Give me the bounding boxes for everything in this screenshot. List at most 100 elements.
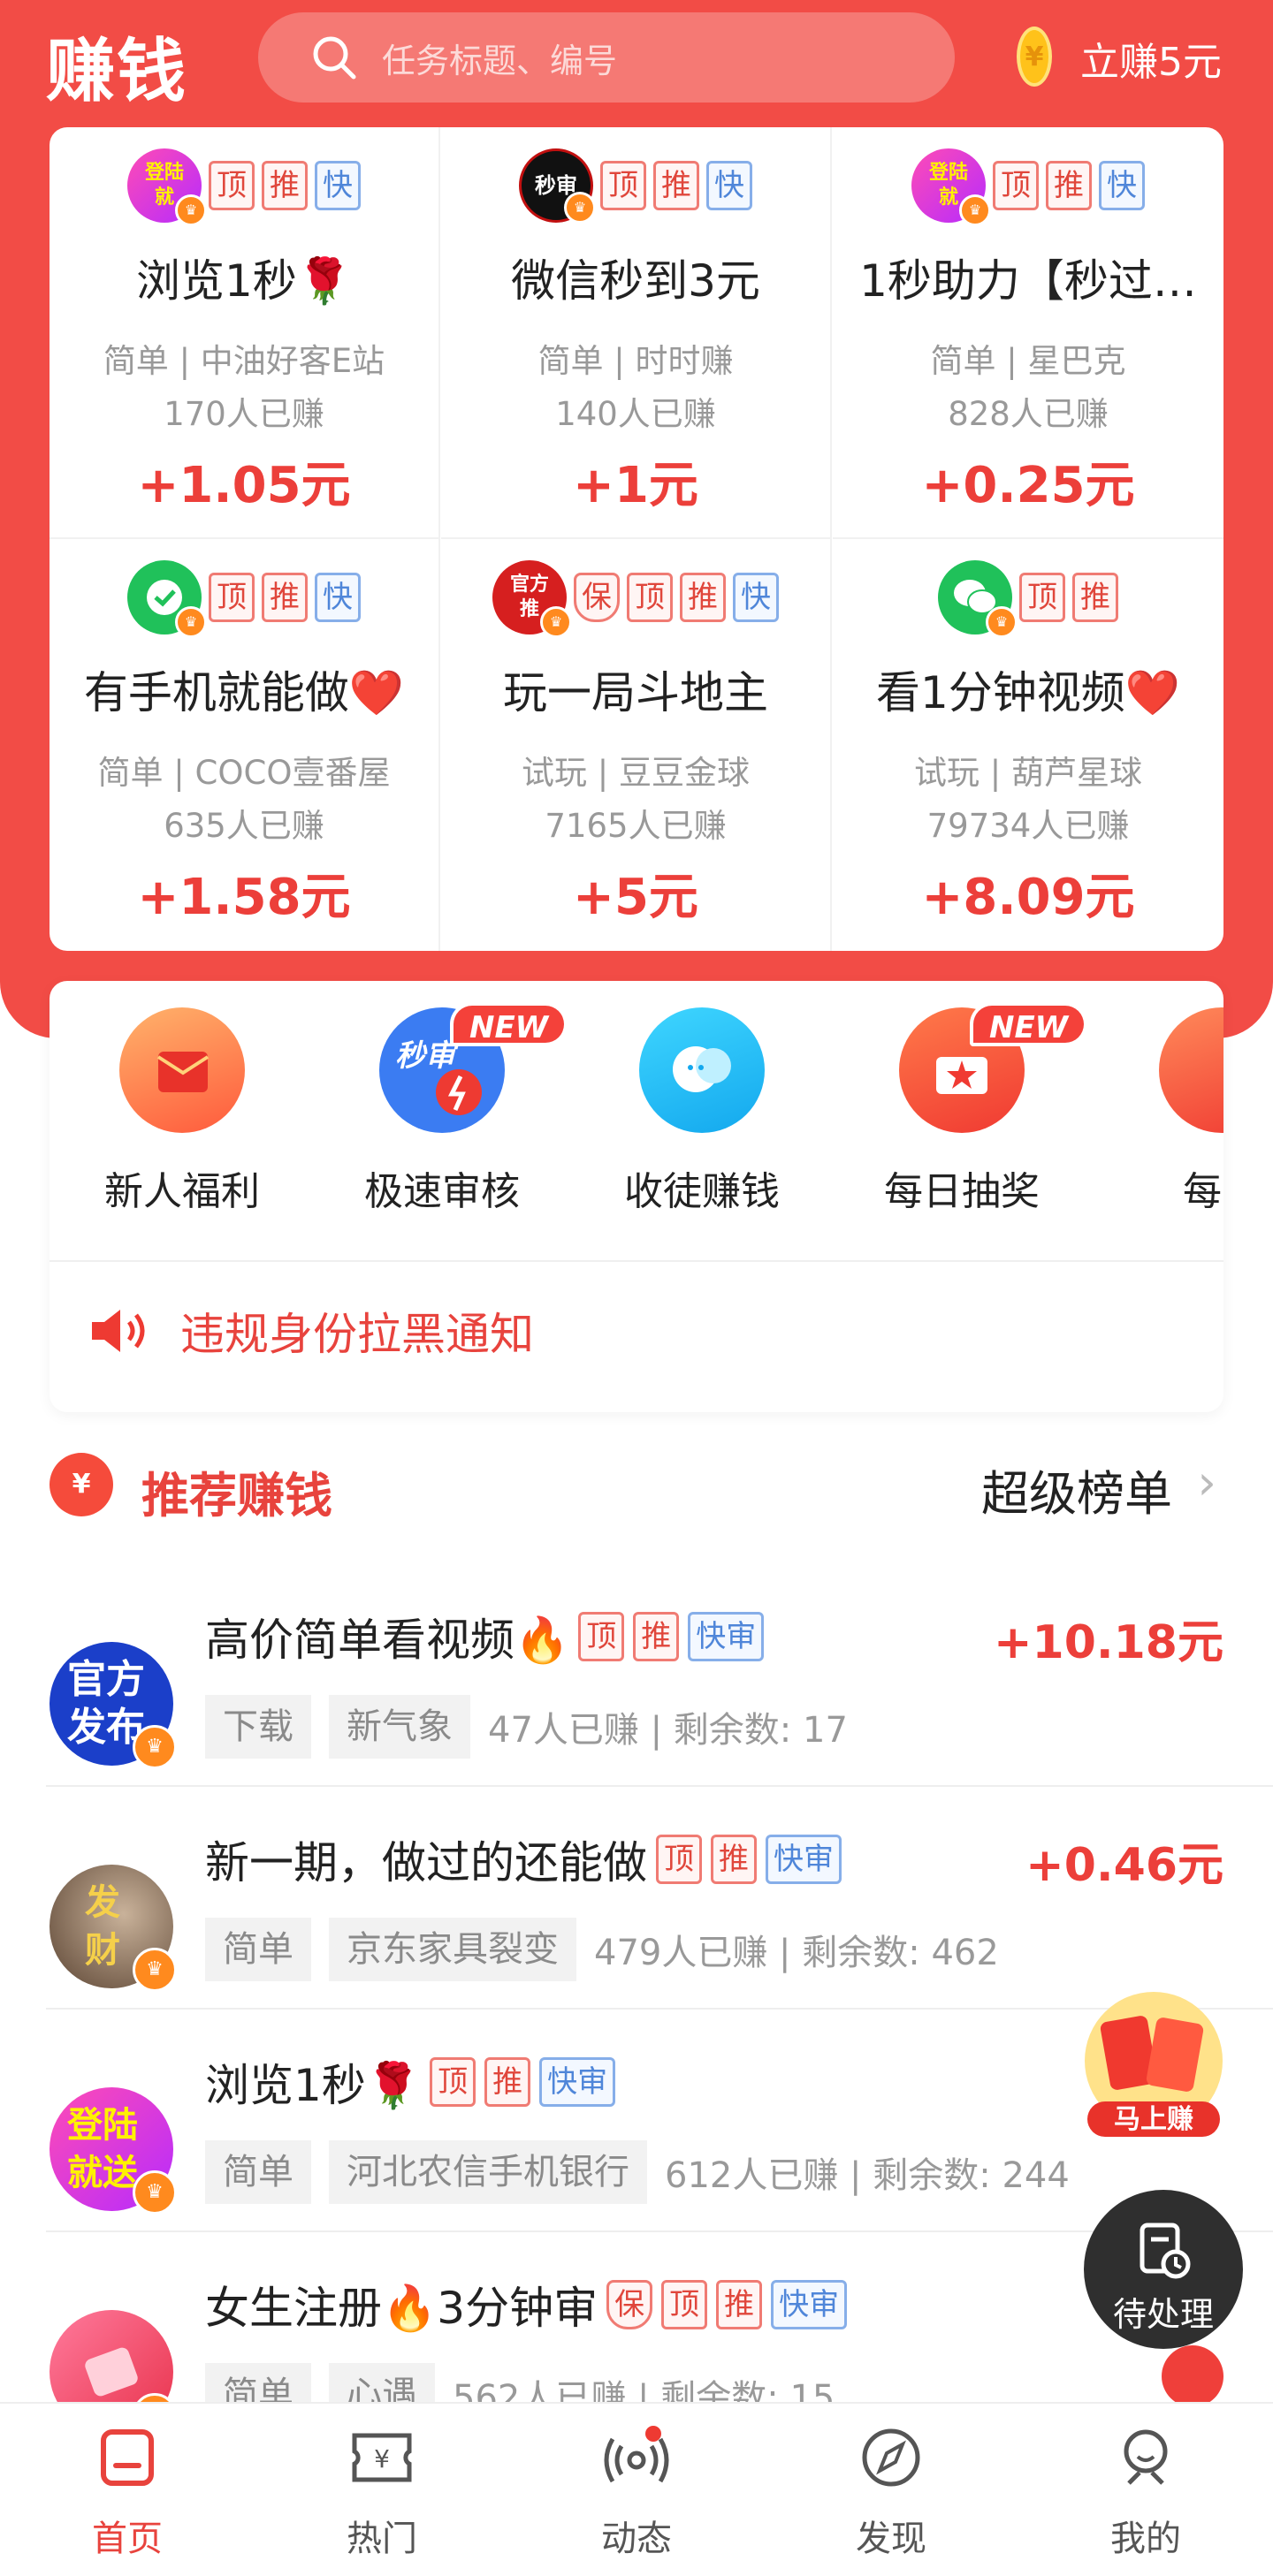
bottom-tab-bar: 首页 ¥ 热门 动态 发现 我的 [0, 2402, 1273, 2576]
search-bar[interactable]: 任务标题、编号 [258, 12, 955, 103]
tag-top: 顶 [209, 573, 255, 622]
task-earned-count: 170人已赚 [164, 395, 324, 433]
task-row[interactable]: 发财 ♛ 新一期，做过的还能做 顶 推 快审 +0.46元 简单 京东家具裂变 4… [0, 1787, 1273, 2010]
tag-fast: 快 [315, 161, 361, 210]
task-price: +0.46元 [1025, 1839, 1223, 1892]
task-avatar: 发财 ♛ [50, 1865, 177, 1992]
tab-home[interactable]: 首页 [0, 2421, 255, 2561]
task-stats: 479人已赚 | 剩余数: 462 [594, 1933, 999, 1973]
task-title: 高价简单看视频🔥 [205, 1615, 570, 1666]
task-title: 玩一局斗地主 [503, 667, 768, 718]
fast-review-icon: 秒审 NEW [379, 1002, 568, 1133]
tag-recommend: 推 [653, 161, 699, 210]
task-type-chip: 简单 [205, 1918, 311, 1981]
app-screen: 赚钱 任务标题、编号 立赚5元 登陆就♛ 顶 推 快 浏览1秒🌹 简单 | 中油… [0, 0, 1273, 2576]
tag-recommend: 推 [680, 573, 726, 622]
ticket-icon: ¥ [352, 2433, 412, 2482]
shortcut-label: 新人福利 [104, 1169, 260, 1214]
task-price: +1元 [573, 457, 698, 514]
task-avatar: 官方发布 ♛ [50, 1642, 177, 1769]
pending-floating-button[interactable]: 待处理 [1084, 2190, 1243, 2349]
tag-fast-review: 快审 [766, 1835, 842, 1884]
lottery-box-icon: NEW [899, 1002, 1088, 1133]
task-title: 浏览1秒🌹 [135, 255, 353, 307]
coin-icon [1017, 27, 1052, 87]
app-logo: 赚钱 [46, 31, 188, 111]
task-title: 浏览1秒🌹 [205, 2060, 422, 2111]
task-earned-count: 7165人已赚 [545, 807, 727, 845]
task-merchant-chip: 京东家具裂变 [329, 1918, 576, 1981]
chat-faces-icon [639, 1007, 765, 1133]
task-title: 新一期，做过的还能做 [205, 1837, 647, 1888]
task-price: +0.25元 [921, 457, 1135, 514]
tab-feed[interactable]: 动态 [509, 2421, 764, 2561]
task-avatar: ♛ [127, 560, 207, 638]
task-card[interactable]: 登陆就 ♛ 顶 推 快 1秒助力【秒过… 简单 | 星巴克 828人已赚 +0.2… [833, 127, 1223, 539]
shortcut-daily[interactable]: 每日 [1089, 1007, 1223, 1216]
shortcut-recruit-earn[interactable]: 收徒赚钱 [569, 1007, 835, 1216]
notice-bar[interactable]: 违规身份拉黑通知 [88, 1299, 534, 1363]
task-type-chip: 简单 [205, 2140, 311, 2204]
task-type-chip: 下载 [205, 1695, 311, 1759]
task-title: 看1分钟视频❤️ [875, 667, 1181, 718]
task-subtitle: 简单 | 星巴克 [930, 342, 1126, 380]
tag-recommend: 推 [484, 2057, 531, 2107]
shortcut-label: 每日 [1183, 1169, 1223, 1214]
task-stats: 47人已赚 | 剩余数: 17 [488, 1710, 848, 1751]
task-avatar: 登陆就送 ♛ [50, 2087, 177, 2215]
tag-top: 顶 [1019, 573, 1065, 622]
crown-icon: ♛ [133, 2170, 177, 2215]
tab-hot[interactable]: ¥ 热门 [255, 2421, 509, 2561]
shortcut-newcomer-welfare[interactable]: 新人福利 [50, 1007, 315, 1216]
super-ranking-link[interactable]: 超级榜单 [981, 1455, 1172, 1524]
clipboard-clock-icon [1140, 2223, 1191, 2279]
quick-earn-floating-button[interactable]: 马上赚 [1071, 1985, 1236, 2149]
tag-recommend: 推 [716, 2280, 763, 2329]
tag-guarantee: 保 [574, 573, 620, 622]
task-avatar: 登陆就 ♛ [127, 148, 207, 226]
tag-recommend: 推 [262, 161, 308, 210]
shortcut-label: 每日抽奖 [884, 1169, 1040, 1214]
shortcut-menu: 新人福利 秒审 NEW 极速审核 收徒赚钱 NEW 每日抽奖 每日 [50, 981, 1223, 1412]
shortcut-daily-lottery[interactable]: NEW 每日抽奖 [829, 1002, 1094, 1216]
task-subtitle: 试玩 | 豆豆金球 [522, 754, 750, 792]
tab-discover[interactable]: 发现 [764, 2421, 1018, 2561]
task-earned-count: 140人已赚 [555, 395, 716, 433]
task-card[interactable]: 秒审 ♛ 顶 推 快 微信秒到3元 简单 | 时时赚 140人已赚 +1元 [441, 127, 832, 539]
task-card[interactable]: ♛ 顶 推 看1分钟视频❤️ 试玩 | 葫芦星球 79734人已赚 +8.09元 [833, 539, 1223, 951]
shortcut-fast-review[interactable]: 秒审 NEW 极速审核 [309, 1002, 575, 1216]
tag-shape-icon [85, 2347, 138, 2397]
chevron-right-icon: › [1197, 1455, 1216, 1510]
task-earned-count: 828人已赚 [948, 395, 1109, 433]
featured-task-grid: 登陆就 ♛ 顶 推 快 浏览1秒🌹 简单 | 中油好客E站 170人已赚 +1.0… [50, 127, 1223, 951]
tag-fast-review: 快审 [688, 1612, 765, 1661]
earn-5-link[interactable]: 立赚5元 [1080, 30, 1222, 87]
task-card[interactable]: ♛ 顶 推 快 有手机就能做❤️ 简单 | COCO壹番屋 635人已赚 +1.… [50, 539, 440, 951]
tag-recommend: 推 [1046, 161, 1092, 210]
task-avatar: ♛ [938, 560, 1018, 638]
task-row[interactable]: 官方发布 ♛ 高价简单看视频🔥 顶 推 快审 +10.18元 下载 新气象 47人… [0, 1564, 1273, 1787]
person-icon [1124, 2429, 1168, 2485]
tag-top: 顶 [627, 573, 673, 622]
task-title: 1秒助力【秒过… [859, 255, 1197, 307]
tag-fast: 快 [706, 161, 752, 210]
task-avatar: 秒审 ♛ [519, 148, 596, 224]
crown-icon: ♛ [564, 192, 596, 224]
crown-icon: ♛ [986, 606, 1018, 638]
tag-recommend: 推 [262, 573, 308, 622]
money-bag-icon: ¥ [50, 1453, 113, 1516]
tab-label: 我的 [1110, 2519, 1181, 2559]
crown-icon: ♛ [133, 1725, 177, 1769]
tab-label: 首页 [92, 2519, 163, 2559]
speaker-icon [92, 1310, 145, 1352]
task-card[interactable]: 登陆就 ♛ 顶 推 快 浏览1秒🌹 简单 | 中油好客E站 170人已赚 +1.0… [50, 127, 440, 539]
compass-icon [862, 2428, 920, 2487]
task-price: +1.58元 [137, 869, 351, 926]
shortcut-label: 极速审核 [364, 1169, 520, 1214]
mini-red-packet-icon[interactable] [1162, 2345, 1223, 2407]
crown-icon: ♛ [175, 194, 207, 226]
tab-mine[interactable]: 我的 [1018, 2421, 1273, 2561]
search-icon [313, 36, 356, 80]
task-avatar: 登陆就 ♛ [911, 148, 991, 226]
task-card[interactable]: 官方推 ♛ 保 顶 推 快 玩一局斗地主 试玩 | 豆豆金球 7165人已赚 +5… [441, 539, 832, 951]
